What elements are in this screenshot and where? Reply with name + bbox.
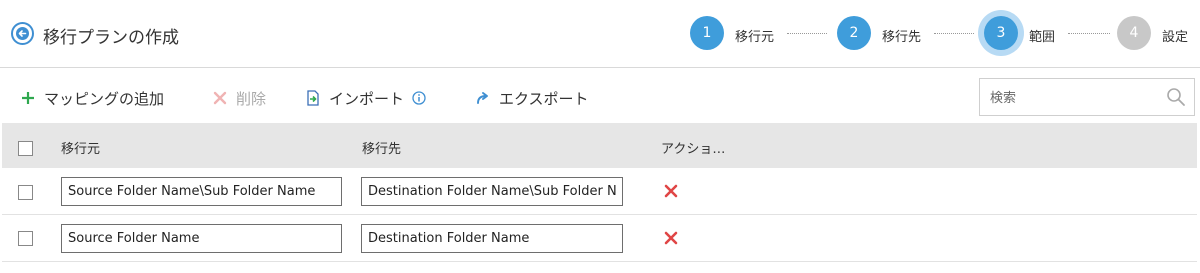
step-connector [1068,33,1110,34]
search-box [979,78,1195,116]
select-all-checkbox[interactable] [18,141,33,156]
import-button[interactable]: インポート [305,87,426,109]
step-1-circle[interactable]: 1 [690,16,724,50]
search-icon[interactable] [1166,87,1186,107]
delete-button[interactable]: 削除 [212,87,266,109]
table-row [2,215,1197,262]
close-icon [212,90,228,106]
step-2-circle[interactable]: 2 [837,16,871,50]
step-4-circle[interactable]: 4 [1117,16,1151,50]
export-button[interactable]: エクスポート [475,87,589,109]
source-path-input[interactable] [61,224,342,253]
share-arrow-icon [475,90,491,106]
row-checkbox[interactable] [18,185,33,200]
delete-row-icon[interactable] [664,231,678,245]
add-mapping-button[interactable]: マッピングの追加 [20,87,164,109]
header: 移行プランの作成 1 移行元 2 移行先 3 範囲 4 設定 [0,0,1200,68]
table-row [2,168,1197,215]
info-icon[interactable] [412,91,426,105]
column-header-source[interactable]: 移行元 [61,138,100,157]
column-header-destination[interactable]: 移行先 [362,138,401,157]
export-label: エクスポート [499,89,589,108]
step-connector [934,33,974,34]
destination-path-input[interactable] [361,177,623,206]
step-1-label: 移行元 [735,30,775,45]
column-header-actions[interactable]: アクショ… [661,138,725,157]
plus-icon [20,90,36,106]
add-mapping-label: マッピングの追加 [44,89,165,108]
row-checkbox[interactable] [18,231,33,246]
toolbar: マッピングの追加 削除 インポート エクスポート [0,69,1200,123]
import-file-icon [305,90,321,106]
source-path-input[interactable] [61,177,342,206]
wizard-stepper: 1 移行元 2 移行先 3 範囲 4 設定 [0,0,1200,68]
step-2-label: 移行先 [882,30,922,45]
table-header: 移行元 移行先 アクショ… [2,123,1197,168]
step-3-label: 範囲 [1029,30,1056,45]
delete-row-icon[interactable] [664,184,678,198]
step-4-label: 設定 [1162,30,1189,45]
import-label: インポート [329,89,405,108]
step-3-circle[interactable]: 3 [984,16,1018,50]
delete-label: 削除 [236,89,267,108]
step-connector [787,33,827,34]
search-input[interactable] [990,88,1160,108]
destination-path-input[interactable] [361,224,623,253]
